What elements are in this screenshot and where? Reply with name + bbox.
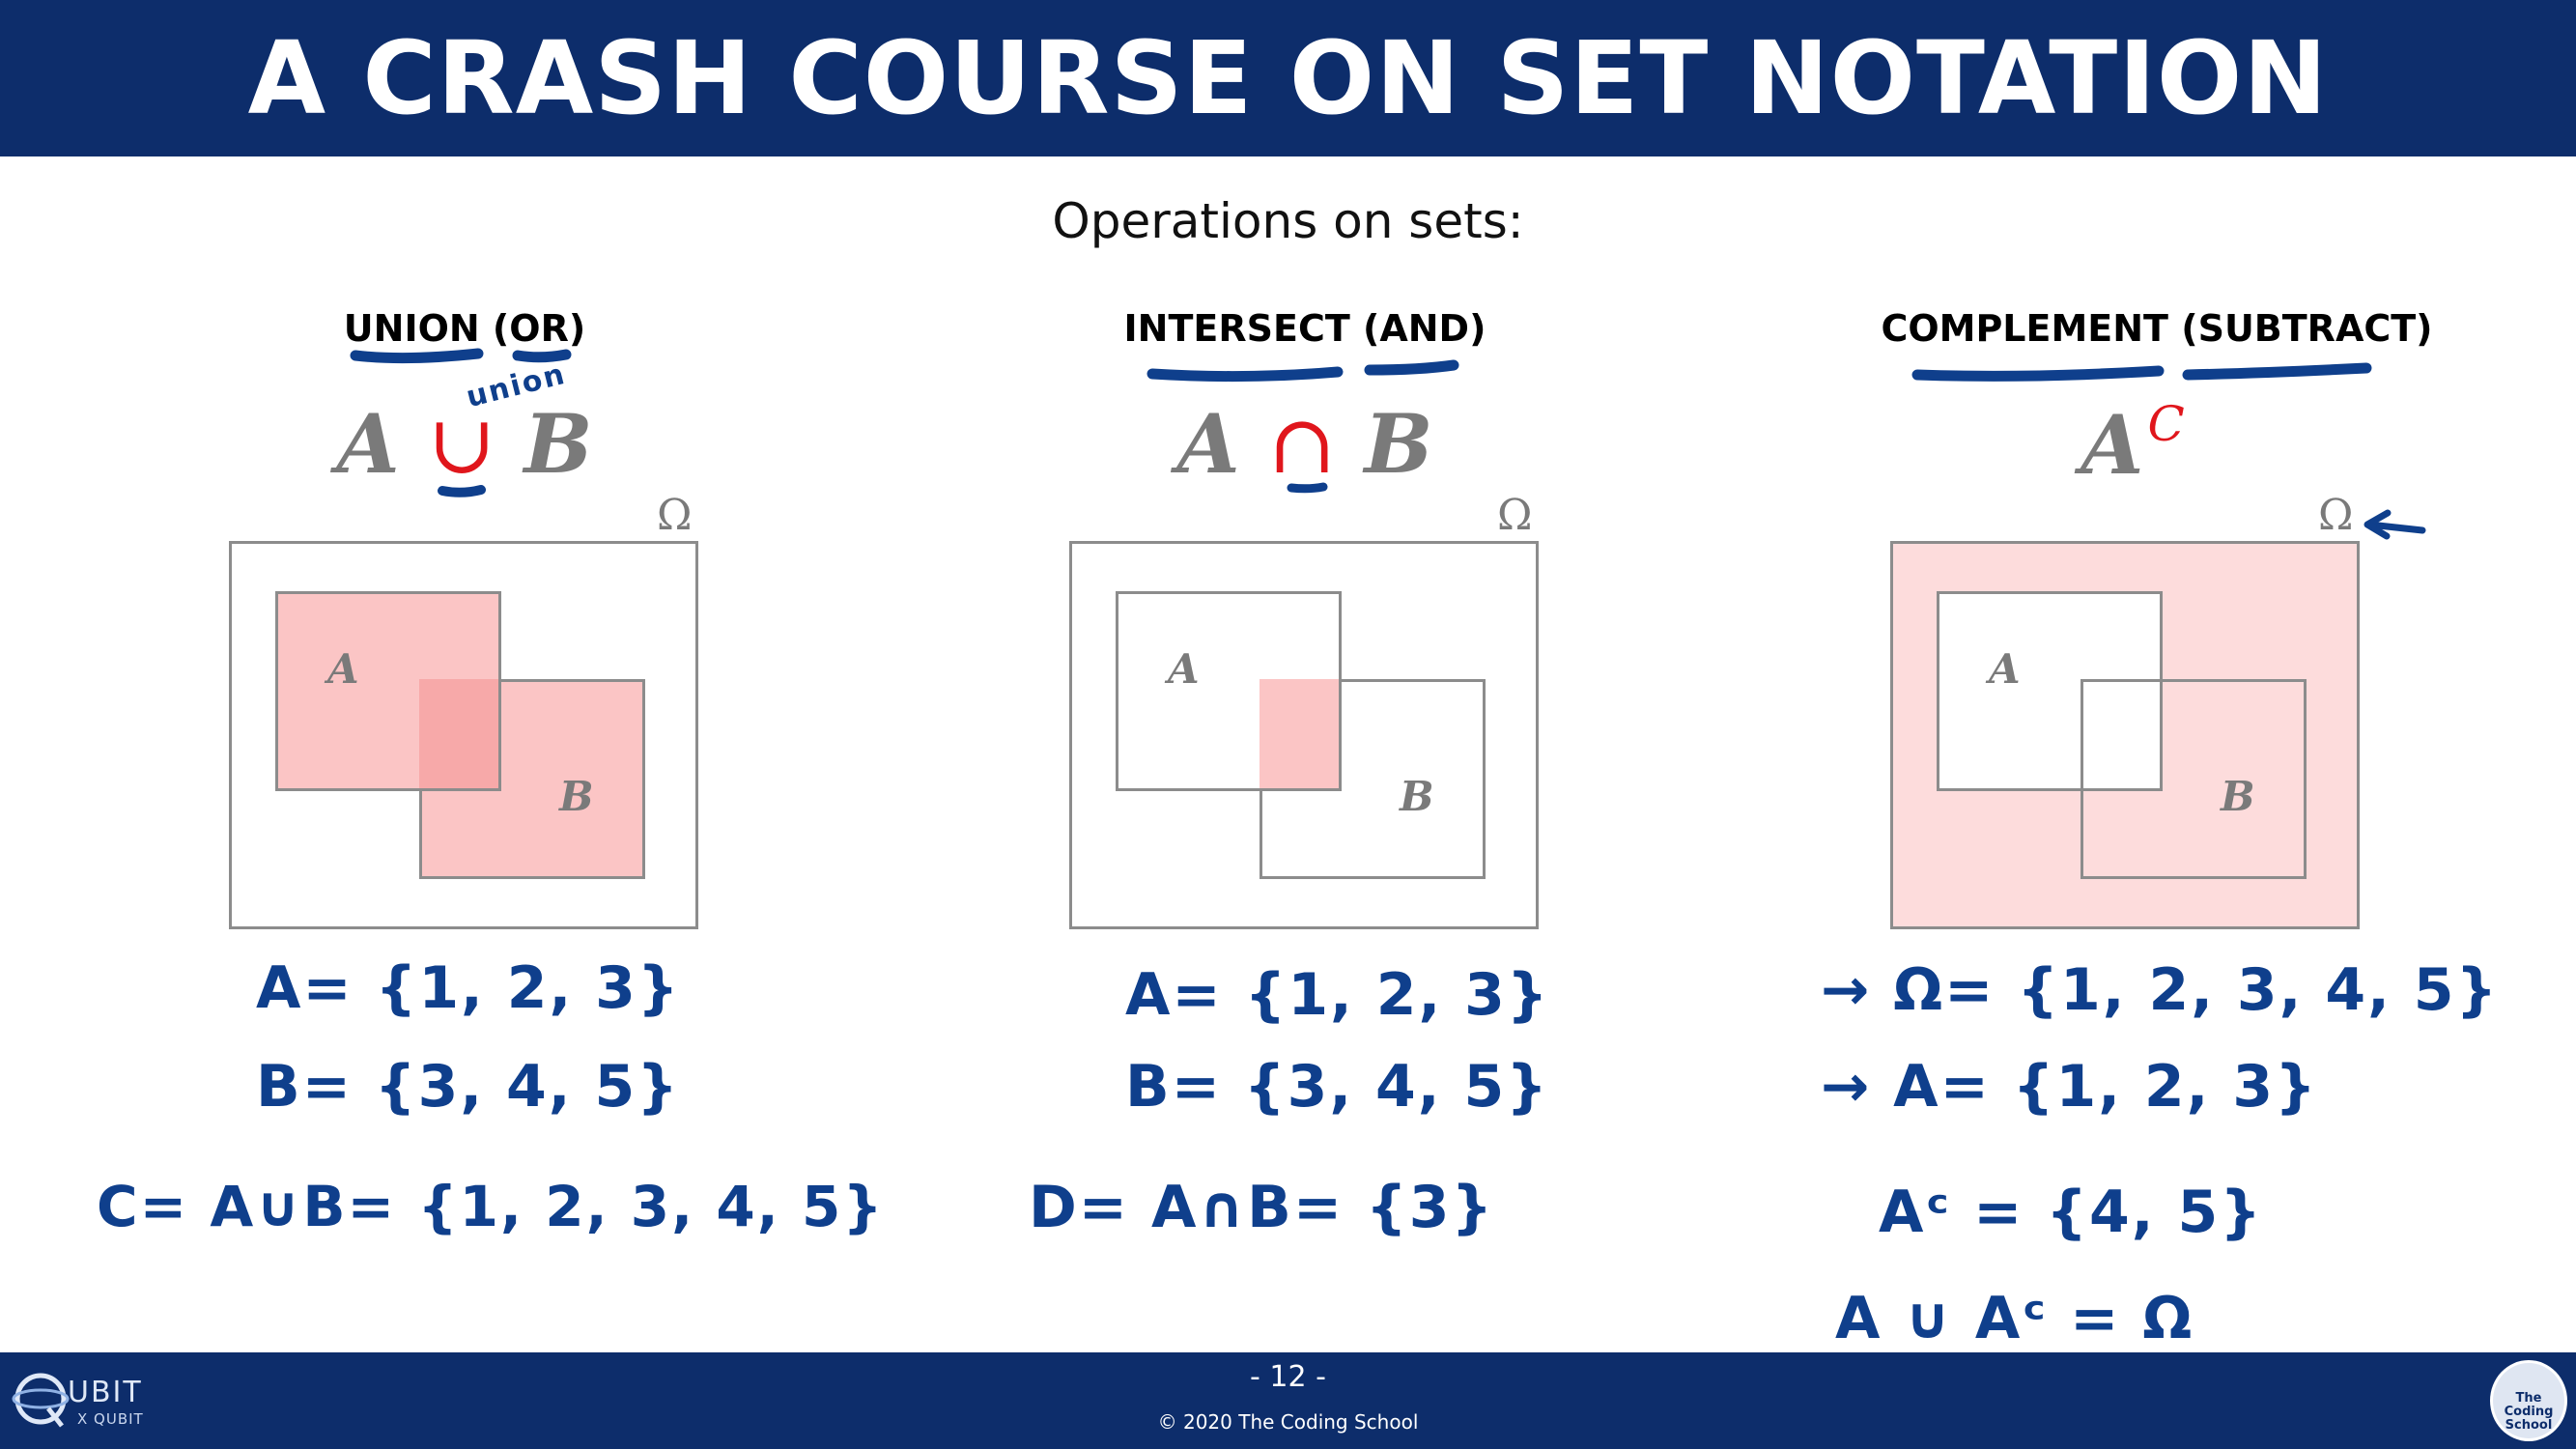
complement-title: COMPLEMENT (SUBTRACT) — [1881, 307, 2433, 350]
set-a-label: A — [1989, 645, 2021, 693]
and-underline — [1364, 359, 1459, 376]
omega-arrow-shaft — [2365, 521, 2426, 534]
expr-set-b: B — [1364, 396, 1433, 492]
intersect-handwritten-d: D= A∩B= {3} — [1029, 1174, 1495, 1241]
expr-set-b: B — [524, 396, 593, 492]
coding-school-logo: The Coding School — [2490, 1360, 2567, 1441]
page-title: A CRASH COURSE ON SET NOTATION — [247, 19, 2329, 137]
set-b-label: B — [559, 773, 594, 820]
set-a-label: A — [327, 645, 359, 693]
expr-set-a: A — [2081, 397, 2144, 493]
set-b-outline — [2081, 679, 2307, 879]
complement-handwritten-ac: Aᶜ = {4, 5} — [1879, 1179, 2263, 1246]
copyright: © 2020 The Coding School — [1157, 1410, 1419, 1434]
union-handwritten-a: A= {1, 2, 3} — [256, 954, 681, 1022]
subtract-underline — [2182, 362, 2372, 381]
set-b-label: B — [1400, 773, 1434, 820]
intersect-handwritten-a: A= {1, 2, 3} — [1125, 961, 1550, 1029]
omega-label-complement: Ω — [2318, 491, 2354, 540]
page-number: - 12 - — [1250, 1360, 1326, 1394]
title-bar: A CRASH COURSE ON SET NOTATION — [0, 0, 2576, 156]
complement-underline — [1911, 365, 2165, 382]
omega-arrow-head — [2364, 509, 2392, 540]
footer-bar: UBIT X QUBIT - 12 - © 2020 The Coding Sc… — [0, 1352, 2576, 1449]
complement-handwritten-omega: → Ω= {1, 2, 3, 4, 5} — [1821, 956, 2500, 1024]
intersect-expression: A ∩ B — [1015, 396, 1595, 492]
intersect-handwritten-b: B= {3, 4, 5} — [1125, 1053, 1549, 1121]
union-underline — [350, 348, 484, 364]
intersect-underline — [1146, 366, 1344, 383]
union-operator: ∪ — [427, 397, 496, 492]
set-a-label: A — [1168, 645, 1200, 693]
union-title: UNION (OR) — [343, 307, 586, 350]
set-a-outline — [1116, 591, 1342, 791]
complement-superscript: C — [2147, 396, 2185, 452]
complement-expression: AC — [1843, 396, 2422, 493]
set-b-label: B — [2221, 773, 2255, 820]
omega-label-union: Ω — [657, 491, 693, 540]
complement-handwritten-union: A ∪ Aᶜ = Ω — [1835, 1285, 2194, 1352]
union-handwritten-b: B= {3, 4, 5} — [256, 1053, 680, 1121]
complement-handwritten-a: → A= {1, 2, 3} — [1821, 1053, 2318, 1121]
expr-set-a: A — [336, 396, 400, 492]
union-handwritten-c: C= A∪B= {1, 2, 3, 4, 5} — [97, 1174, 885, 1239]
coding-school-logo-text: The Coding School — [2504, 1391, 2554, 1433]
set-a-outline — [275, 591, 501, 791]
omega-label-intersect: Ω — [1497, 491, 1533, 540]
intersect-title: INTERSECT (AND) — [1123, 307, 1486, 350]
intersect-operator: ∩ — [1267, 397, 1337, 492]
union-expression: A ∪ B — [175, 396, 754, 492]
expr-set-a: A — [1176, 396, 1240, 492]
subtitle: Operations on sets: — [1052, 193, 1524, 249]
